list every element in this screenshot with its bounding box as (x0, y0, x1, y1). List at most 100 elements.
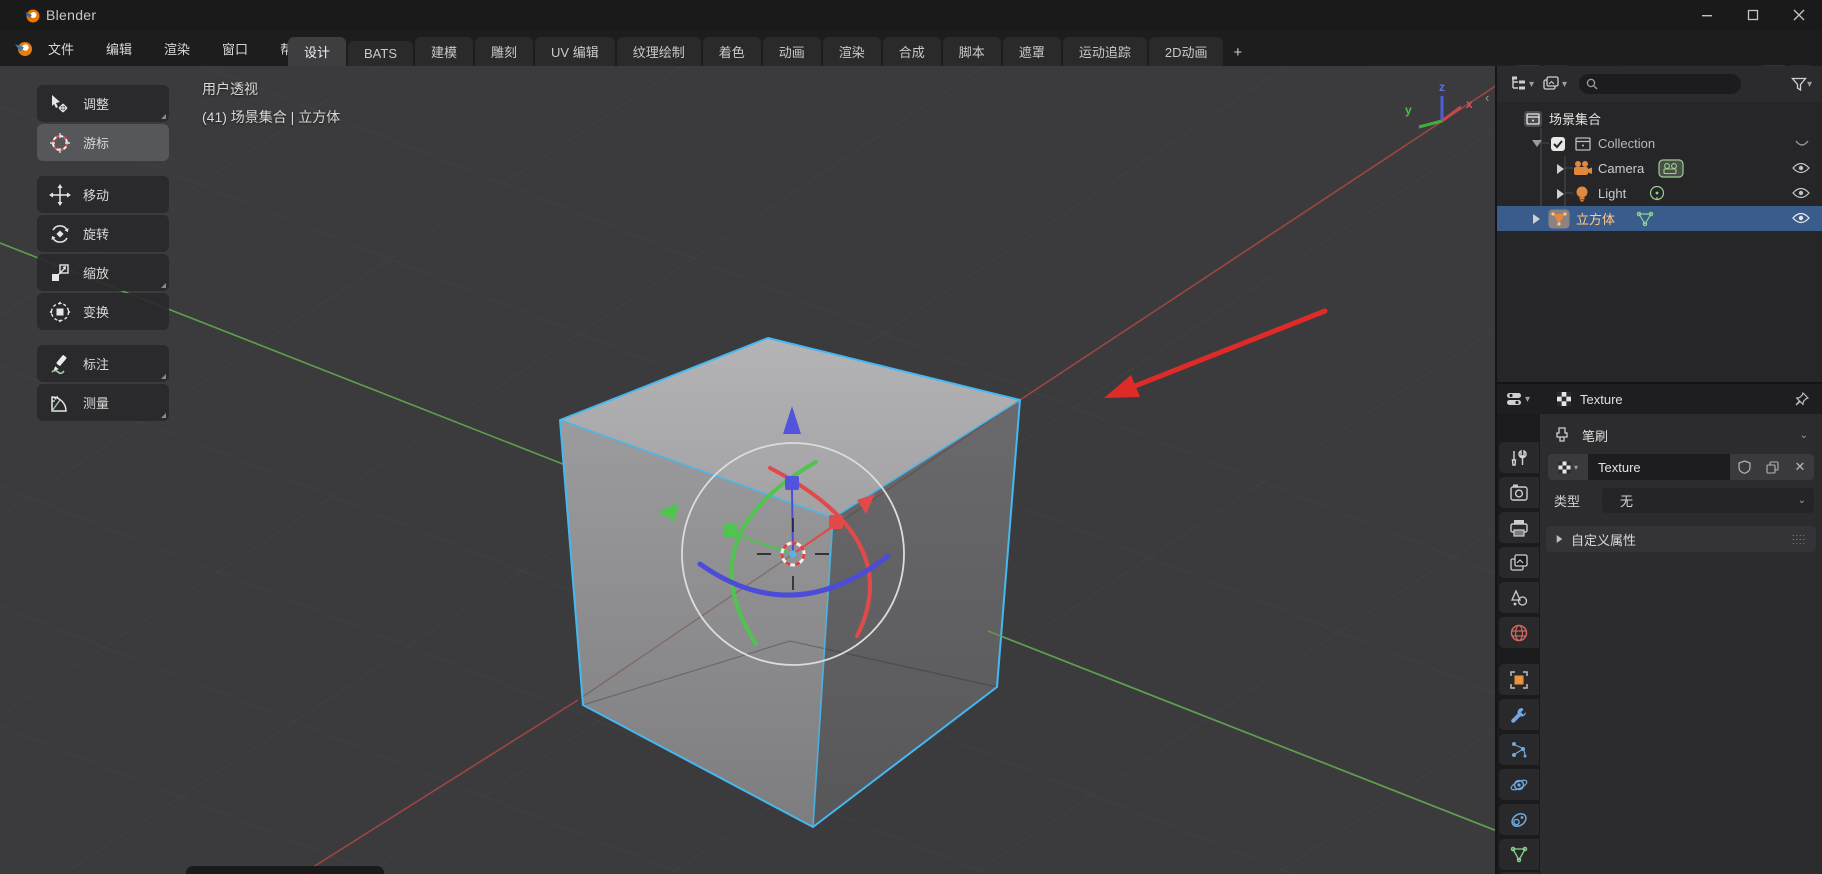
workspace-tab-compositing[interactable]: 合成 (882, 37, 941, 68)
workspace-tab-modeling[interactable]: 建模 (415, 37, 474, 68)
tool-move[interactable]: 移动 (37, 176, 169, 213)
outliner-search[interactable] (1579, 74, 1742, 94)
viewport-context-label: (41) 场景集合 | 立方体 (202, 109, 341, 125)
workspace-tab-texture-paint[interactable]: 纹理绘制 (616, 37, 701, 68)
properties-tab-strip (1497, 414, 1540, 874)
blender-window: Blender 文件 编辑 渲染 窗口 帮助 设计 BATS 建模 雕刻 UV … (0, 0, 1822, 874)
tab-particles[interactable] (1499, 734, 1539, 765)
workspace-tab-motion-tracking[interactable]: 运动追踪 (1062, 37, 1147, 68)
menu-edit[interactable]: 编辑 (104, 37, 134, 60)
viewport-toolbar: 调整 游标 移动 旋转 缩放 变换 标注 测量 (37, 85, 169, 423)
brush-label: 笔刷 (1582, 428, 1609, 444)
visibility-eye-icon[interactable] (1792, 160, 1810, 176)
outliner-row-camera[interactable]: Camera (1497, 156, 1822, 181)
expand-arrow-icon[interactable] (1557, 163, 1564, 174)
cube-object[interactable] (559, 337, 1021, 828)
menu-window[interactable]: 窗口 (220, 37, 250, 60)
visibility-eye-icon[interactable] (1792, 210, 1810, 226)
tab-world[interactable] (1499, 617, 1539, 648)
panel-grip-icon: :::::::: (1791, 532, 1806, 546)
collection-collapse-chevron[interactable] (1794, 139, 1810, 149)
collection-checkbox[interactable] (1550, 136, 1566, 152)
texture-id-row: ▾ Texture ✕ (1540, 454, 1822, 480)
tool-rotate[interactable]: 旋转 (37, 215, 169, 252)
outliner-row-cube[interactable]: 立方体 (1497, 206, 1822, 231)
outliner-search-input[interactable] (1579, 74, 1742, 94)
tool-measure[interactable]: 测量 (37, 384, 169, 421)
workspace-tab-rendering[interactable]: 渲染 (822, 37, 881, 68)
tab-output[interactable] (1499, 512, 1539, 543)
tool-cursor[interactable]: 游标 (37, 124, 169, 161)
texture-browse-button[interactable]: ▾ (1548, 454, 1588, 480)
search-icon (1586, 78, 1598, 90)
tab-object-data[interactable] (1499, 839, 1539, 870)
tab-object[interactable] (1499, 664, 1539, 695)
tab-view-layer[interactable] (1499, 547, 1539, 578)
outliner-row-scene-collection[interactable]: 场景集合 (1497, 106, 1822, 131)
editor-horizontal-divider[interactable] (1497, 382, 1822, 384)
nav-axis-z-label: z (1439, 80, 1445, 94)
gizmo-x-handle[interactable] (829, 515, 843, 529)
tool-scale[interactable]: 缩放 (37, 254, 169, 291)
workspace-tab-sculpting[interactable]: 雕刻 (475, 37, 534, 68)
editor-vertical-divider[interactable] (1495, 66, 1497, 874)
mesh-data-badge-icon[interactable] (1635, 210, 1655, 228)
workspace-tab-scripting[interactable]: 脚本 (942, 37, 1001, 68)
outliner-display-mode-button[interactable]: ▾ (1542, 75, 1567, 93)
annotation-arrow (1104, 308, 1328, 398)
maximize-button[interactable] (1730, 0, 1776, 30)
tool-tweak[interactable]: 调整 (37, 85, 169, 122)
texture-type-row: 类型 无 ⌄ (1540, 488, 1822, 513)
custom-properties-panel[interactable]: 自定义属性 :::::::: (1540, 526, 1822, 552)
blender-menu-icon[interactable] (14, 38, 34, 58)
viewport-canvas: z y x ‹ (0, 66, 1497, 874)
pin-icon[interactable] (1794, 391, 1810, 407)
workspace-tab-animation[interactable]: 动画 (762, 37, 821, 68)
tab-constraints[interactable] (1499, 804, 1539, 835)
workspace-tab-shading[interactable]: 着色 (702, 37, 761, 68)
tab-physics[interactable] (1499, 769, 1539, 800)
outliner-filter-button[interactable]: ▾ (1791, 77, 1812, 92)
fake-user-shield-button[interactable] (1730, 454, 1758, 480)
gizmo-y-handle[interactable] (723, 524, 737, 538)
navigation-gizmo[interactable]: z y x (1405, 80, 1473, 129)
workspace-tab-bats[interactable]: BATS (348, 41, 414, 68)
add-workspace-button[interactable]: + (1225, 39, 1250, 68)
nav-axis-x-label: x (1466, 97, 1473, 111)
tab-scene[interactable] (1499, 582, 1539, 613)
visibility-eye-icon[interactable] (1792, 185, 1810, 201)
gizmo-z-handle[interactable] (785, 476, 799, 490)
workspace-tab-uv-editing[interactable]: UV 编辑 (535, 37, 615, 68)
properties-editor-type-button[interactable]: ▾ (1505, 390, 1530, 408)
camera-data-badge-icon[interactable] (1658, 159, 1684, 178)
viewport-3d[interactable]: z y x ‹ 用户透视 (41) 场景集合 | 立方体 调整 游标 移动 旋转… (0, 66, 1497, 874)
close-button[interactable] (1776, 0, 1822, 30)
collapse-arrow-icon[interactable] (1532, 140, 1542, 147)
expand-arrow-icon[interactable] (1533, 213, 1540, 224)
workspace-tab-masking[interactable]: 遮罩 (1002, 37, 1061, 68)
texture-type-dropdown[interactable]: 无 ⌄ (1602, 488, 1814, 513)
light-icon (1576, 186, 1588, 202)
sidebar-collapse-chevron[interactable]: ‹ (1485, 90, 1489, 105)
main-menus: 文件 编辑 渲染 窗口 帮助 (46, 30, 308, 66)
menu-render[interactable]: 渲染 (162, 37, 192, 60)
workspace-tab-2d-animation[interactable]: 2D动画 (1148, 37, 1224, 68)
expand-arrow-icon[interactable] (1557, 188, 1564, 199)
tab-modifiers[interactable] (1499, 699, 1539, 730)
tool-annotate[interactable]: 标注 (37, 345, 169, 382)
tab-tool[interactable] (1499, 442, 1539, 473)
brush-collapse-chevron[interactable]: ⌄ (1800, 430, 1808, 441)
light-data-badge-icon[interactable] (1648, 185, 1666, 203)
mesh-icon (1548, 209, 1570, 228)
menu-file[interactable]: 文件 (46, 37, 76, 60)
outliner-row-light[interactable]: Light (1497, 181, 1822, 206)
workspace-tab-layout[interactable]: 设计 (288, 37, 347, 68)
outliner-row-collection[interactable]: Collection (1497, 131, 1822, 156)
unlink-texture-button[interactable]: ✕ (1786, 454, 1814, 480)
copy-datablock-button[interactable] (1758, 454, 1786, 480)
tool-transform[interactable]: 变换 (37, 293, 169, 330)
texture-name-field[interactable]: Texture (1588, 454, 1730, 480)
minimize-button[interactable] (1684, 0, 1730, 30)
tab-render[interactable] (1499, 477, 1539, 508)
outliner-editor-type-button[interactable]: ▾ (1509, 75, 1534, 93)
